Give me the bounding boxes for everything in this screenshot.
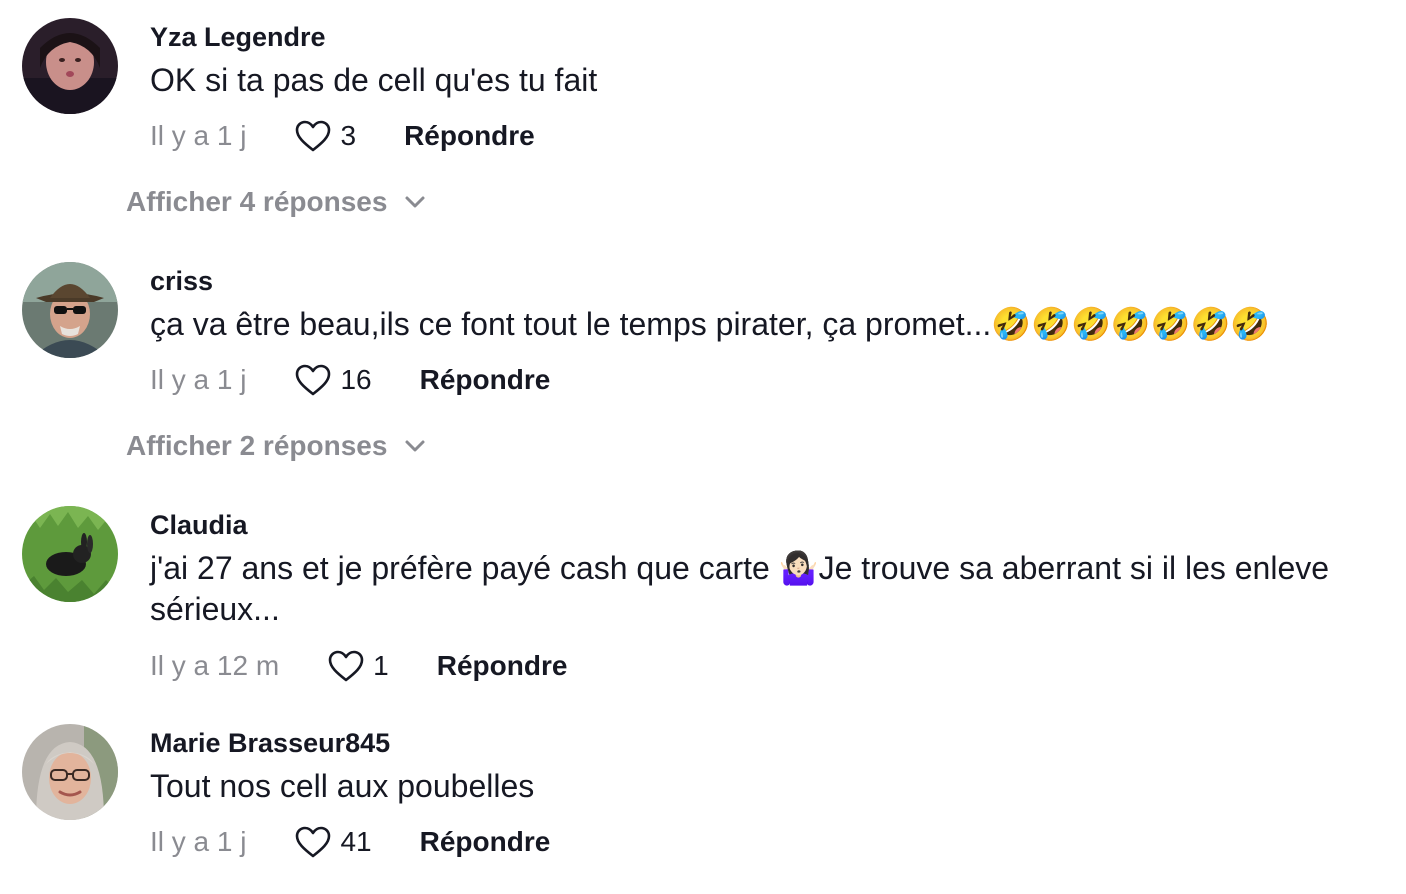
comment-meta: Il y a 1 j 3 Répondre <box>150 116 535 156</box>
comment-timestamp: Il y a 1 j <box>150 826 247 857</box>
chevron-down-icon <box>405 196 425 208</box>
avatar[interactable] <box>22 724 118 820</box>
comment-text: Tout nos cell aux poubelles <box>150 768 535 804</box>
avatar[interactable] <box>22 262 118 358</box>
avatar[interactable] <box>22 18 118 114</box>
chevron-down-icon <box>405 440 425 452</box>
comment-text: ça va être beau,ils ce font tout le temp… <box>150 306 1271 342</box>
like-count: 41 <box>340 826 372 857</box>
comment-username[interactable]: Marie Brasseur845 <box>150 728 390 759</box>
comment-text: j'ai 27 ans et je préfère payé cash que … <box>150 550 1330 627</box>
reply-button[interactable]: Répondre <box>404 120 535 152</box>
comment-username[interactable]: Yza Legendre <box>150 22 326 53</box>
heart-outline-icon <box>296 364 331 396</box>
comment-meta: Il y a 1 j 41 Répondre <box>150 822 550 862</box>
like-count: 3 <box>340 120 357 151</box>
comment-username[interactable]: criss <box>150 266 213 297</box>
like-button[interactable]: 3 <box>294 119 356 153</box>
comment-timestamp: Il y a 12 m <box>150 650 280 681</box>
reply-button[interactable]: Répondre <box>437 650 568 682</box>
comment-timestamp: Il y a 1 j <box>150 364 247 395</box>
like-count: 1 <box>373 650 389 681</box>
reply-button[interactable]: Répondre <box>420 364 551 396</box>
reply-button[interactable]: Répondre <box>420 826 551 858</box>
like-count: 16 <box>340 364 372 395</box>
avatar[interactable] <box>22 506 118 602</box>
heart-outline-icon <box>296 120 331 152</box>
comment-meta: Il y a 1 j 16 Répondre <box>150 360 550 400</box>
like-button[interactable]: 1 <box>327 649 389 683</box>
comment-timestamp: Il y a 1 j <box>150 120 247 151</box>
comment-text: OK si ta pas de cell qu'es tu fait <box>150 62 598 98</box>
comment-username[interactable]: Claudia <box>150 510 248 541</box>
heart-outline-icon <box>328 650 364 682</box>
show-replies-label: Afficher 4 réponses <box>126 186 388 217</box>
heart-outline-icon <box>296 826 331 858</box>
show-replies-button[interactable]: Afficher 2 réponses <box>126 430 427 462</box>
like-button[interactable]: 16 <box>294 363 372 397</box>
show-replies-label: Afficher 2 réponses <box>126 430 388 461</box>
like-button[interactable]: 41 <box>294 825 372 859</box>
show-replies-button[interactable]: Afficher 4 réponses <box>126 186 427 218</box>
comment-meta: Il y a 12 m 1 Répondre <box>150 646 567 686</box>
